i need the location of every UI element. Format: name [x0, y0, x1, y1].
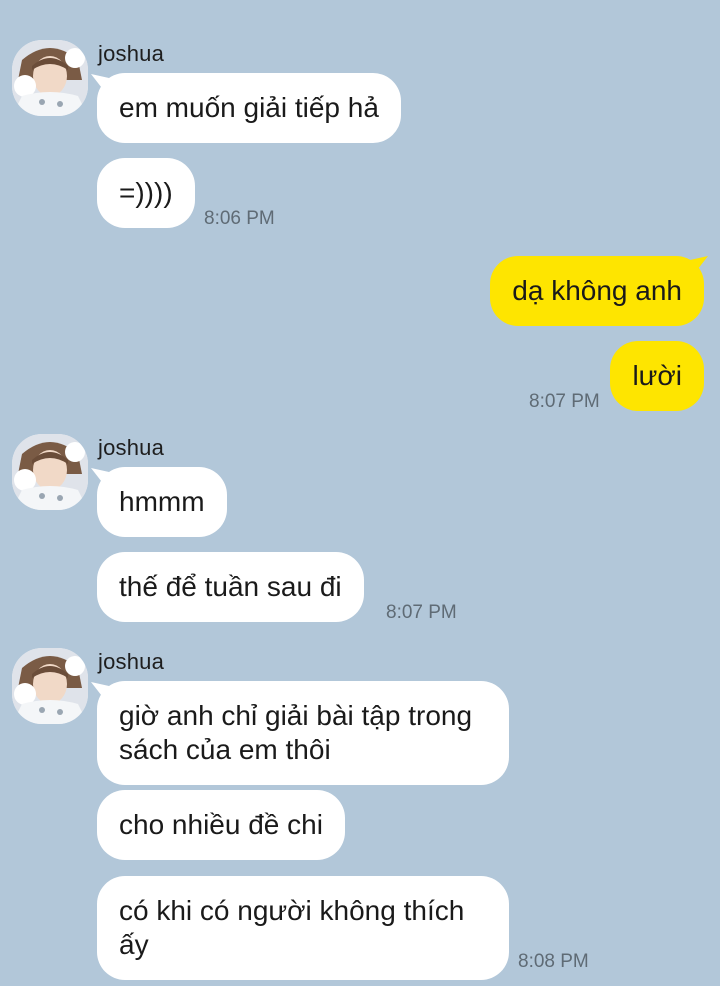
message-bubble-outgoing[interactable]: dạ không anh: [490, 256, 704, 326]
sender-avatar[interactable]: [12, 40, 88, 116]
message-bubble[interactable]: thế để tuần sau đi: [97, 552, 364, 622]
sender-name: joshua: [98, 649, 165, 674]
message-timestamp: 8:08 PM: [518, 951, 589, 972]
message-bubble[interactable]: =)))): [97, 158, 195, 228]
sender-name: joshua: [98, 435, 165, 460]
avatar-photo: [12, 434, 88, 510]
avatar-photo: [12, 40, 88, 116]
message-bubble[interactable]: giờ anh chỉ giải bài tập trong sách của …: [97, 681, 509, 785]
avatar-photo: [12, 648, 88, 724]
message-bubble[interactable]: hmmm: [97, 467, 227, 537]
sender-avatar[interactable]: [12, 648, 88, 724]
message-bubble[interactable]: có khi có người không thích ấy: [97, 876, 509, 980]
message-bubble[interactable]: em muốn giải tiếp hả: [97, 73, 401, 143]
message-timestamp: 8:06 PM: [204, 208, 275, 229]
message-bubble-outgoing[interactable]: lười: [610, 341, 704, 411]
sender-avatar[interactable]: [12, 434, 88, 510]
message-timestamp: 8:07 PM: [529, 391, 600, 412]
chat-area[interactable]: joshua em muốn giải tiếp hả =)))) 8:06 P…: [0, 0, 720, 986]
sender-name: joshua: [98, 41, 165, 66]
message-timestamp: 8:07 PM: [386, 602, 457, 623]
message-bubble[interactable]: cho nhiều đề chi: [97, 790, 345, 860]
